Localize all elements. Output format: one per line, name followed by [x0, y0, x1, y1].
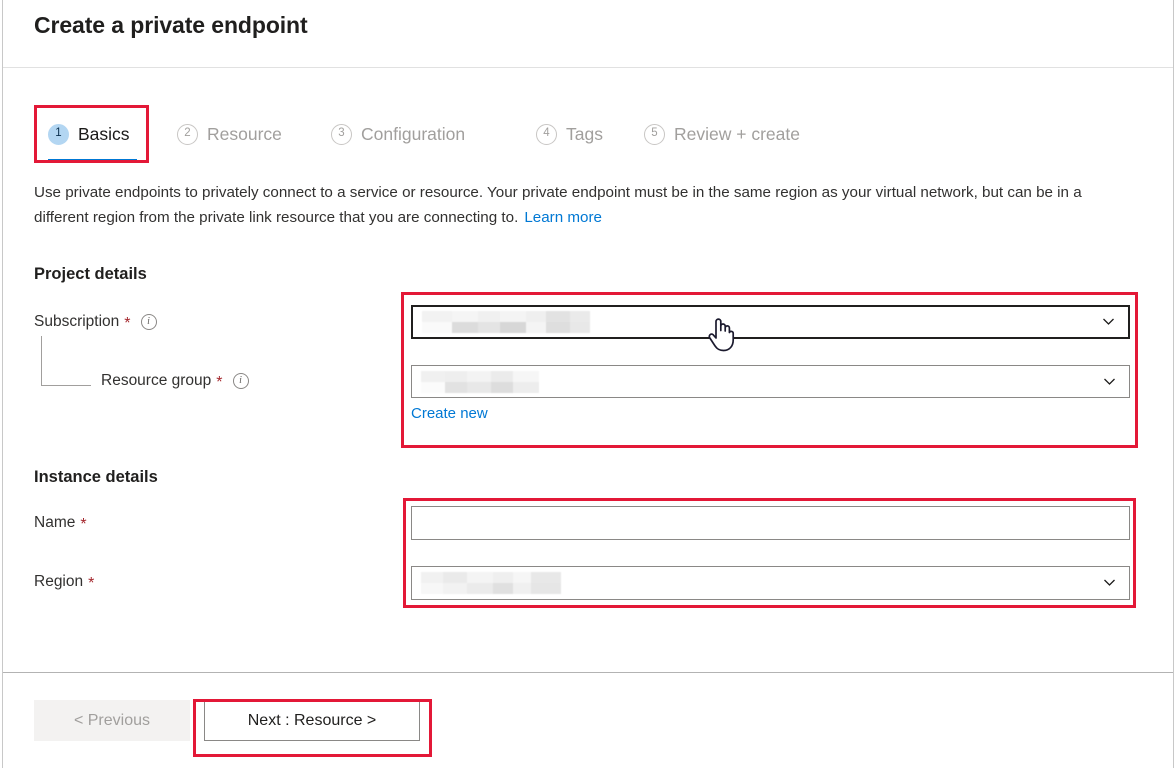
tab-number-badge: 3	[331, 123, 352, 145]
resource-group-dropdown[interactable]	[411, 365, 1130, 398]
tab-label: Tags	[566, 123, 603, 144]
page-title: Create a private endpoint	[34, 12, 308, 38]
subscription-label-text: Subscription	[34, 313, 120, 330]
resource-group-label-text: Resource group	[101, 372, 212, 389]
tab-configuration[interactable]: 3 Configuration	[325, 105, 501, 163]
tab-number-badge: 1	[48, 123, 69, 145]
info-icon[interactable]: i	[232, 373, 249, 389]
resource-group-value-redacted	[421, 370, 539, 393]
tab-label: Configuration	[361, 123, 466, 144]
subscription-value-redacted	[422, 311, 590, 333]
create-private-endpoint-blade: Create a private endpoint 1 Basics 2 Res…	[2, 0, 1174, 768]
tab-basics[interactable]: 1 Basics	[42, 105, 143, 163]
tab-label: Basics	[78, 123, 130, 144]
required-asterisk: *	[88, 575, 95, 592]
tab-tags[interactable]: 4 Tags	[530, 105, 616, 163]
project-details-heading: Project details	[34, 265, 147, 283]
next-resource-button[interactable]: Next : Resource >	[204, 700, 420, 741]
create-new-resource-group-link[interactable]: Create new	[411, 405, 488, 422]
info-icon[interactable]: i	[140, 314, 157, 330]
tab-label: Resource	[207, 123, 282, 144]
subscription-dropdown[interactable]	[411, 305, 1130, 339]
region-label: Region *	[34, 573, 95, 592]
resource-group-label: Resource group * i	[101, 372, 249, 391]
tab-number-badge: 2	[177, 123, 198, 145]
region-label-text: Region	[34, 573, 84, 590]
instance-details-heading: Instance details	[34, 468, 158, 486]
tab-resource[interactable]: 2 Resource	[171, 105, 296, 163]
chevron-down-icon	[1103, 576, 1116, 589]
name-label-text: Name	[34, 514, 76, 531]
name-label: Name *	[34, 514, 87, 533]
tab-label: Review + create	[674, 123, 800, 144]
required-asterisk: *	[80, 516, 87, 533]
learn-more-link[interactable]: Learn more	[524, 209, 602, 226]
blade-header: Create a private endpoint	[3, 0, 1173, 68]
chevron-down-icon	[1102, 315, 1115, 328]
region-dropdown[interactable]	[411, 566, 1130, 600]
field-tree-connector	[41, 336, 91, 386]
required-asterisk: *	[124, 315, 131, 332]
blade-footer: < Previous Next : Resource >	[3, 672, 1173, 768]
region-value-redacted	[421, 572, 561, 594]
subscription-label: Subscription * i	[34, 313, 157, 332]
tab-active-underline	[48, 159, 137, 162]
wizard-tabstrip: 1 Basics 2 Resource 3 Configuration 4 Ta…	[3, 105, 1173, 163]
chevron-down-icon	[1103, 375, 1116, 388]
required-asterisk: *	[216, 374, 223, 391]
previous-button[interactable]: < Previous	[34, 700, 190, 741]
tab-review-create[interactable]: 5 Review + create	[638, 105, 838, 163]
blade-description: Use private endpoints to privately conne…	[34, 180, 1124, 230]
name-input[interactable]	[411, 506, 1130, 540]
tab-number-badge: 5	[644, 123, 665, 145]
tab-number-badge: 4	[536, 123, 557, 145]
